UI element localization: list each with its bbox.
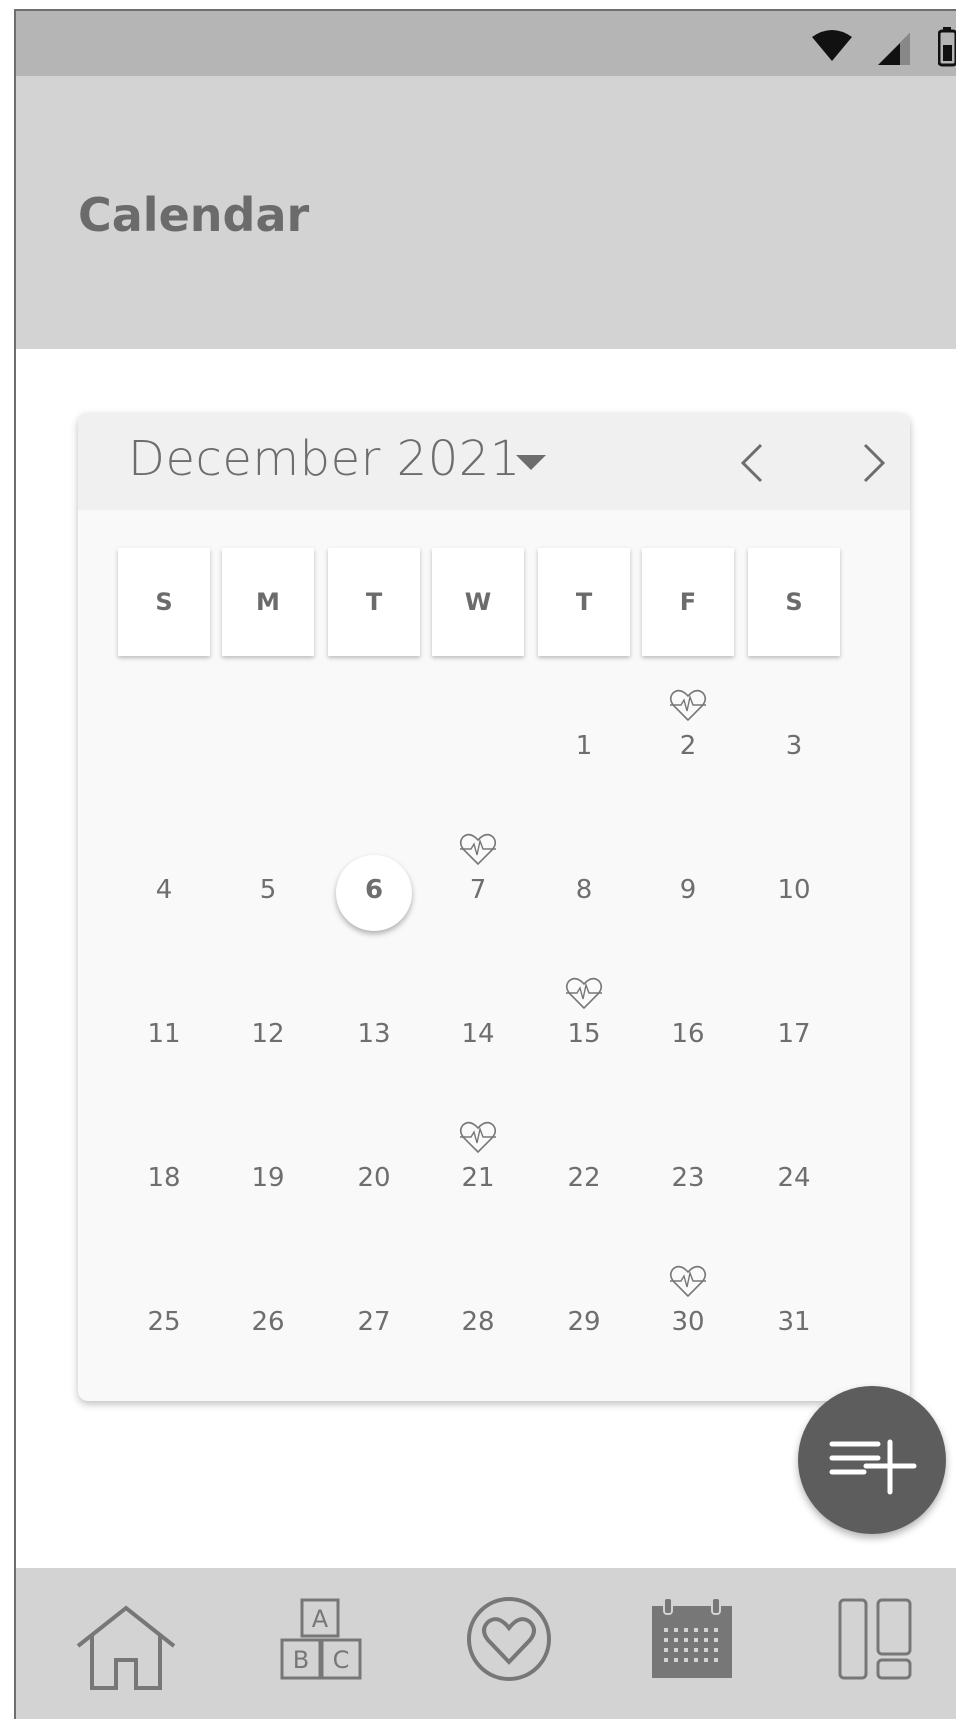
phone-screen: Calendar December 2021 SMTWTFS 123456789… — [14, 9, 956, 1719]
day-cell[interactable]: 8 — [544, 875, 624, 905]
day-cell[interactable]: 13 — [334, 1019, 414, 1049]
previous-month-button[interactable] — [733, 441, 773, 485]
day-cell[interactable]: 17 — [754, 1019, 834, 1049]
bottom-navigation: A B C — [16, 1568, 956, 1719]
svg-text:C: C — [333, 1646, 350, 1674]
svg-text:B: B — [293, 1646, 309, 1674]
cell-signal-icon — [878, 33, 910, 65]
day-cell[interactable]: 23 — [648, 1163, 728, 1193]
heartbeat-icon — [459, 1121, 497, 1154]
status-bar — [16, 11, 956, 76]
day-cell[interactable]: 20 — [334, 1163, 414, 1193]
chevron-down-icon[interactable] — [516, 455, 546, 470]
day-cell[interactable]: 7 — [438, 875, 518, 905]
weekday-label: W — [432, 548, 524, 656]
weekday-label: S — [748, 548, 840, 656]
day-cell[interactable]: 9 — [648, 875, 728, 905]
layout-icon[interactable] — [838, 1598, 914, 1680]
heartbeat-icon — [669, 1265, 707, 1298]
heartbeat-icon — [459, 833, 497, 866]
page-title: Calendar — [78, 188, 310, 242]
day-cell[interactable]: 3 — [754, 731, 834, 761]
day-cell[interactable]: 28 — [438, 1307, 518, 1337]
home-icon[interactable] — [74, 1604, 178, 1692]
weekday-label: T — [538, 548, 630, 656]
day-cell[interactable]: 29 — [544, 1307, 624, 1337]
next-month-button[interactable] — [853, 441, 893, 485]
day-cell[interactable]: 5 — [228, 875, 308, 905]
weekday-label: M — [222, 548, 314, 656]
day-cell[interactable]: 16 — [648, 1019, 728, 1049]
svg-text:A: A — [312, 1605, 329, 1633]
heart-icon[interactable] — [466, 1596, 552, 1682]
day-cell[interactable]: 24 — [754, 1163, 834, 1193]
day-cell[interactable]: 15 — [544, 1019, 624, 1049]
day-cell[interactable]: 30 — [648, 1307, 728, 1337]
day-cell[interactable]: 11 — [124, 1019, 204, 1049]
month-year-label[interactable]: December 2021 — [128, 431, 521, 487]
add-list-icon — [829, 1439, 917, 1495]
app-header: Calendar — [16, 76, 956, 349]
battery-icon — [938, 27, 956, 67]
day-cell[interactable]: 10 — [754, 875, 834, 905]
day-cell[interactable]: 14 — [438, 1019, 518, 1049]
day-cell[interactable]: 25 — [124, 1307, 204, 1337]
day-cell[interactable]: 18 — [124, 1163, 204, 1193]
weekday-label: F — [642, 548, 734, 656]
wifi-icon — [812, 30, 852, 61]
day-cell[interactable]: 26 — [228, 1307, 308, 1337]
day-cell[interactable]: 22 — [544, 1163, 624, 1193]
day-cell[interactable]: 2 — [648, 731, 728, 761]
heartbeat-icon — [565, 977, 603, 1010]
day-cell[interactable]: 19 — [228, 1163, 308, 1193]
weekday-label: T — [328, 548, 420, 656]
day-cell[interactable]: 1 — [544, 731, 624, 761]
day-cell[interactable]: 4 — [124, 875, 204, 905]
calendar-header: December 2021 — [78, 413, 910, 510]
alphabet-blocks-icon[interactable]: A B C — [280, 1598, 364, 1680]
weekday-label: S — [118, 548, 210, 656]
day-cell[interactable]: 21 — [438, 1163, 518, 1193]
day-cell[interactable]: 31 — [754, 1307, 834, 1337]
day-cell[interactable]: 12 — [228, 1019, 308, 1049]
heartbeat-icon — [669, 689, 707, 722]
day-cell[interactable]: 27 — [334, 1307, 414, 1337]
day-cell-today[interactable]: 6 — [334, 875, 414, 905]
calendar-icon[interactable] — [650, 1598, 734, 1680]
calendar-card: December 2021 SMTWTFS 1 2 3 4 5 6 7 8 9 10 11 12 13 1… — [78, 413, 910, 1401]
add-entry-button[interactable] — [798, 1386, 946, 1534]
